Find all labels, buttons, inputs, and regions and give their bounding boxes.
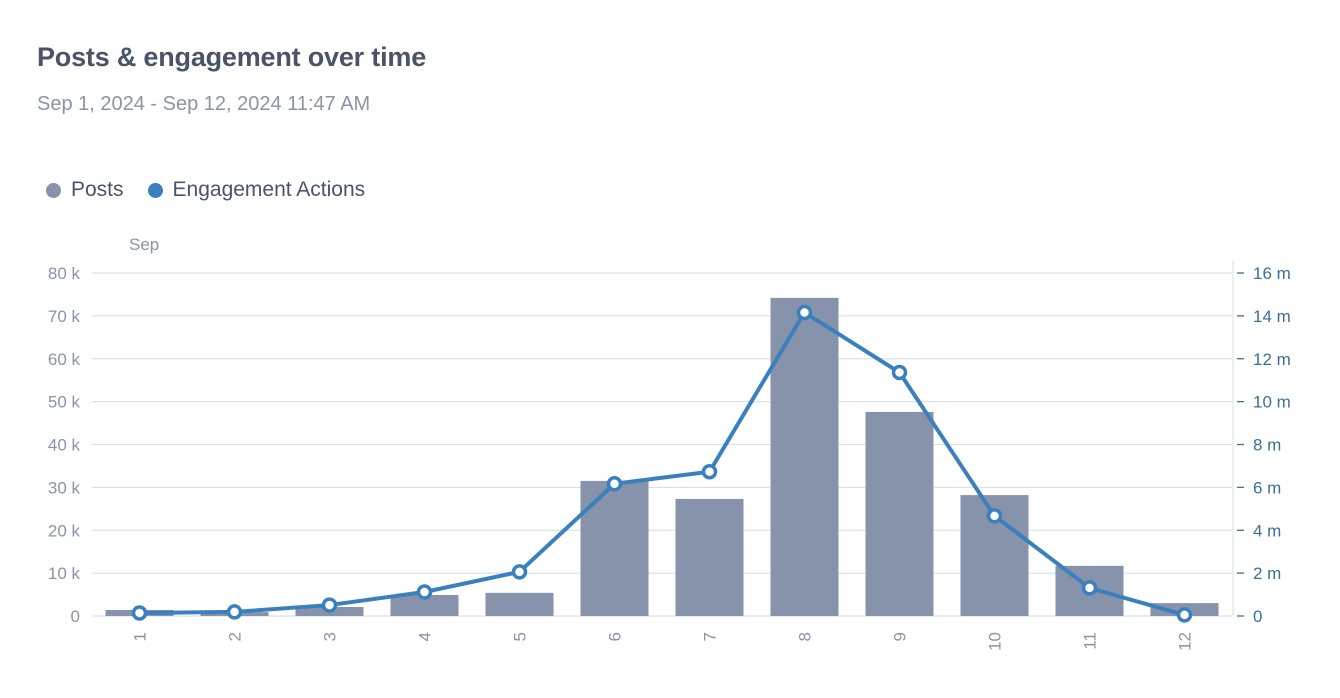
engagement-point[interactable] bbox=[1081, 580, 1098, 596]
engagement-point[interactable] bbox=[606, 475, 623, 492]
x-tick-label: 6 bbox=[606, 632, 625, 641]
x-tick-label: 8 bbox=[796, 632, 815, 641]
x-tick-label: 7 bbox=[701, 632, 720, 641]
engagement-point[interactable] bbox=[701, 463, 718, 480]
x-tick-label: 10 bbox=[986, 632, 1005, 651]
posts-bar[interactable] bbox=[485, 592, 554, 616]
engagement-point[interactable] bbox=[226, 604, 243, 620]
x-axis: Sep 1 2 3 4 5 6 7 8 9 10 11 12 bbox=[129, 235, 1195, 651]
left-y-tick-label: 40 k bbox=[48, 436, 81, 455]
x-tick-label: 1 bbox=[131, 632, 150, 641]
x-tick-label: 2 bbox=[226, 632, 245, 641]
right-y-tick-label: 12 m bbox=[1253, 350, 1291, 369]
engagement-point[interactable] bbox=[416, 584, 433, 600]
engagement-point[interactable] bbox=[1176, 607, 1193, 623]
right-y-axis: 0 2 m 4 m 6 m 8 m 10 m 12 m 14 m 16 m bbox=[1232, 261, 1291, 626]
right-y-tick-label: 8 m bbox=[1253, 436, 1281, 455]
x-tick-label: 5 bbox=[511, 632, 530, 641]
right-y-tick-label: 10 m bbox=[1253, 393, 1291, 412]
engagement-point[interactable] bbox=[796, 304, 813, 321]
x-tick-label: 3 bbox=[321, 632, 340, 641]
right-y-tick-label: 2 m bbox=[1253, 564, 1281, 583]
posts-bar[interactable] bbox=[580, 480, 649, 616]
right-y-tick-label: 6 m bbox=[1253, 478, 1281, 497]
x-tick-label: 11 bbox=[1081, 632, 1100, 650]
right-y-tick-label: 16 m bbox=[1253, 264, 1291, 283]
left-y-tick-label: 70 k bbox=[48, 307, 81, 326]
right-y-tick-label: 0 bbox=[1253, 607, 1262, 626]
left-y-tick-label: 10 k bbox=[48, 564, 81, 583]
left-y-tick-label: 20 k bbox=[48, 521, 81, 540]
posts-bar[interactable] bbox=[770, 297, 839, 616]
posts-bars bbox=[105, 297, 1219, 616]
left-y-tick-label: 0 bbox=[71, 607, 80, 626]
left-y-tick-label: 50 k bbox=[48, 393, 81, 412]
engagement-point[interactable] bbox=[131, 605, 148, 621]
chart-plot: 0 10 k 20 k 30 k 40 k 50 k 60 k 70 k 80 k 0 2 m 4 … bbox=[48, 235, 1291, 651]
posts-bar[interactable] bbox=[865, 411, 934, 616]
x-tick-label: 9 bbox=[891, 632, 910, 641]
left-y-tick-label: 80 k bbox=[48, 264, 81, 283]
engagement-point[interactable] bbox=[511, 564, 528, 580]
engagement-point[interactable] bbox=[891, 364, 908, 381]
x-tick-label: 12 bbox=[1176, 632, 1195, 651]
chart-card: Posts & engagement over time Sep 1, 2024… bbox=[0, 0, 1340, 698]
posts-bar[interactable] bbox=[675, 498, 744, 616]
x-axis-month-label: Sep bbox=[129, 235, 159, 254]
engagement-point[interactable] bbox=[321, 597, 338, 613]
right-y-tick-label: 4 m bbox=[1253, 521, 1281, 540]
left-y-tick-label: 30 k bbox=[48, 478, 81, 497]
left-y-tick-label: 60 k bbox=[48, 350, 81, 369]
x-tick-label: 4 bbox=[416, 632, 435, 641]
right-y-tick-label: 14 m bbox=[1253, 307, 1291, 326]
engagement-point[interactable] bbox=[986, 508, 1003, 524]
left-y-axis: 0 10 k 20 k 30 k 40 k 50 k 60 k 70 k 80 k bbox=[48, 264, 81, 626]
